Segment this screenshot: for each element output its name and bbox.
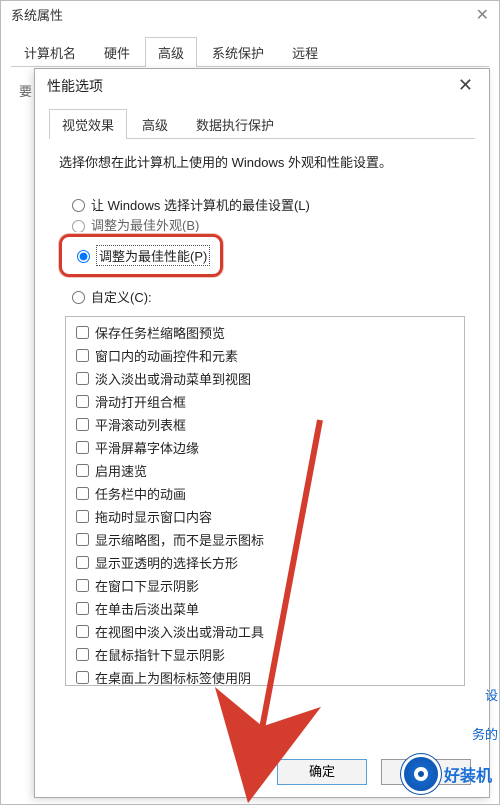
system-properties-tabs: 计算机名 硬件 高级 系统保护 远程 — [11, 36, 489, 67]
radio-input[interactable] — [72, 199, 85, 212]
watermark-logo: 好装机 — [404, 757, 492, 791]
radio-label: 调整为最佳性能(P) — [96, 245, 210, 266]
check-item[interactable]: 在视图中淡入淡出或滑动工具 — [72, 620, 458, 643]
check-label: 在鼠标指针下显示阴影 — [95, 645, 225, 664]
checkbox-input[interactable] — [76, 464, 89, 477]
radio-label: 让 Windows 选择计算机的最佳设置(L) — [91, 195, 310, 214]
check-label: 窗口内的动画控件和元素 — [95, 346, 238, 365]
check-label: 在视图中淡入淡出或滑动工具 — [95, 622, 264, 641]
check-item[interactable]: 显示亚透明的选择长方形 — [72, 551, 458, 574]
check-label: 显示亚透明的选择长方形 — [95, 553, 238, 572]
check-label: 保存任务栏缩略图预览 — [95, 323, 225, 342]
check-item[interactable]: 任务栏中的动画 — [72, 482, 458, 505]
check-item[interactable]: 淡入淡出或滑动菜单到视图 — [72, 367, 458, 390]
tab-visual-effects[interactable]: 视觉效果 — [49, 109, 127, 139]
checkbox-input[interactable] — [76, 579, 89, 592]
annotation-highlight: 调整为最佳性能(P) — [59, 234, 223, 277]
check-item[interactable]: 显示缩略图，而不是显示图标 — [72, 528, 458, 551]
check-label: 启用速览 — [95, 461, 147, 480]
radio-input[interactable] — [72, 291, 85, 304]
radio-label: 自定义(C): — [91, 287, 152, 306]
checkbox-input[interactable] — [76, 441, 89, 454]
visual-effects-checklist[interactable]: 保存任务栏缩略图预览 窗口内的动画控件和元素 淡入淡出或滑动菜单到视图 滑动打开… — [65, 316, 465, 686]
ok-button[interactable]: 确定 — [277, 759, 367, 785]
checkbox-input[interactable] — [76, 602, 89, 615]
tab-advanced[interactable]: 高级 — [129, 109, 181, 139]
tab-advanced[interactable]: 高级 — [145, 37, 197, 67]
check-item[interactable]: 平滑屏幕字体边缘 — [72, 436, 458, 459]
radio-best-appearance[interactable]: 调整为最佳外观(B) — [65, 218, 465, 232]
checkbox-input[interactable] — [76, 533, 89, 546]
performance-options-title: 性能选项 — [47, 76, 103, 96]
radio-input[interactable] — [77, 250, 90, 263]
radio-best-performance[interactable]: 调整为最佳性能(P) — [70, 243, 212, 268]
watermark-text: 好装机 — [444, 762, 492, 786]
checkbox-input[interactable] — [76, 671, 89, 684]
performance-options-tabs: 视觉效果 高级 数据执行保护 — [49, 108, 475, 139]
check-label: 淡入淡出或滑动菜单到视图 — [95, 369, 251, 388]
clipped-link-text: 设 务的 — [472, 685, 498, 743]
checkbox-input[interactable] — [76, 349, 89, 362]
tab-computer-name[interactable]: 计算机名 — [11, 37, 89, 67]
check-label: 平滑滚动列表框 — [95, 415, 186, 434]
check-label: 拖动时显示窗口内容 — [95, 507, 212, 526]
close-icon[interactable]: ✕ — [454, 75, 477, 96]
radio-custom[interactable]: 自定义(C): — [65, 283, 465, 310]
system-properties-title: 系统属性 — [1, 1, 499, 28]
check-item[interactable]: 启用速览 — [72, 459, 458, 482]
check-item[interactable]: 在鼠标指针下显示阴影 — [72, 643, 458, 666]
performance-options-dialog: 性能选项 ✕ 视觉效果 高级 数据执行保护 选择你想在此计算机上使用的 Wind… — [34, 68, 490, 798]
check-item[interactable]: 在单击后淡出菜单 — [72, 597, 458, 620]
radio-label: 调整为最佳外观(B) — [91, 218, 199, 232]
check-label: 滑动打开组合框 — [95, 392, 186, 411]
tab-dep[interactable]: 数据执行保护 — [183, 109, 287, 139]
instruction-text: 选择你想在此计算机上使用的 Windows 外观和性能设置。 — [59, 153, 465, 173]
check-item[interactable]: 平滑滚动列表框 — [72, 413, 458, 436]
check-item[interactable]: 保存任务栏缩略图预览 — [72, 321, 458, 344]
check-label: 任务栏中的动画 — [95, 484, 186, 503]
eye-icon — [404, 757, 438, 791]
radio-input[interactable] — [72, 220, 85, 232]
checkbox-input[interactable] — [76, 556, 89, 569]
checkbox-input[interactable] — [76, 625, 89, 638]
check-label: 显示缩略图，而不是显示图标 — [95, 530, 264, 549]
checkbox-input[interactable] — [76, 418, 89, 431]
check-item[interactable]: 窗口内的动画控件和元素 — [72, 344, 458, 367]
clipped-outer-text: 要 — [19, 81, 32, 100]
checkbox-input[interactable] — [76, 487, 89, 500]
check-item[interactable]: 在窗口下显示阴影 — [72, 574, 458, 597]
radio-let-windows-choose[interactable]: 让 Windows 选择计算机的最佳设置(L) — [65, 191, 465, 218]
checkbox-input[interactable] — [76, 326, 89, 339]
checkbox-input[interactable] — [76, 648, 89, 661]
check-item[interactable]: 拖动时显示窗口内容 — [72, 505, 458, 528]
check-label: 平滑屏幕字体边缘 — [95, 438, 199, 457]
check-item[interactable]: 滑动打开组合框 — [72, 390, 458, 413]
tab-hardware[interactable]: 硬件 — [91, 37, 143, 67]
tab-remote[interactable]: 远程 — [279, 37, 331, 67]
tab-system-protection[interactable]: 系统保护 — [199, 37, 277, 67]
check-label: 在单击后淡出菜单 — [95, 599, 199, 618]
check-label: 在窗口下显示阴影 — [95, 576, 199, 595]
checkbox-input[interactable] — [76, 510, 89, 523]
check-label: 在桌面上为图标标签使用阴 — [95, 668, 251, 686]
check-item[interactable]: 在桌面上为图标标签使用阴 — [72, 666, 458, 686]
checkbox-input[interactable] — [76, 395, 89, 408]
checkbox-input[interactable] — [76, 372, 89, 385]
close-icon[interactable]: ✕ — [476, 5, 489, 25]
performance-radio-group: 让 Windows 选择计算机的最佳设置(L) 调整为最佳外观(B) 调整为最佳… — [65, 191, 465, 310]
